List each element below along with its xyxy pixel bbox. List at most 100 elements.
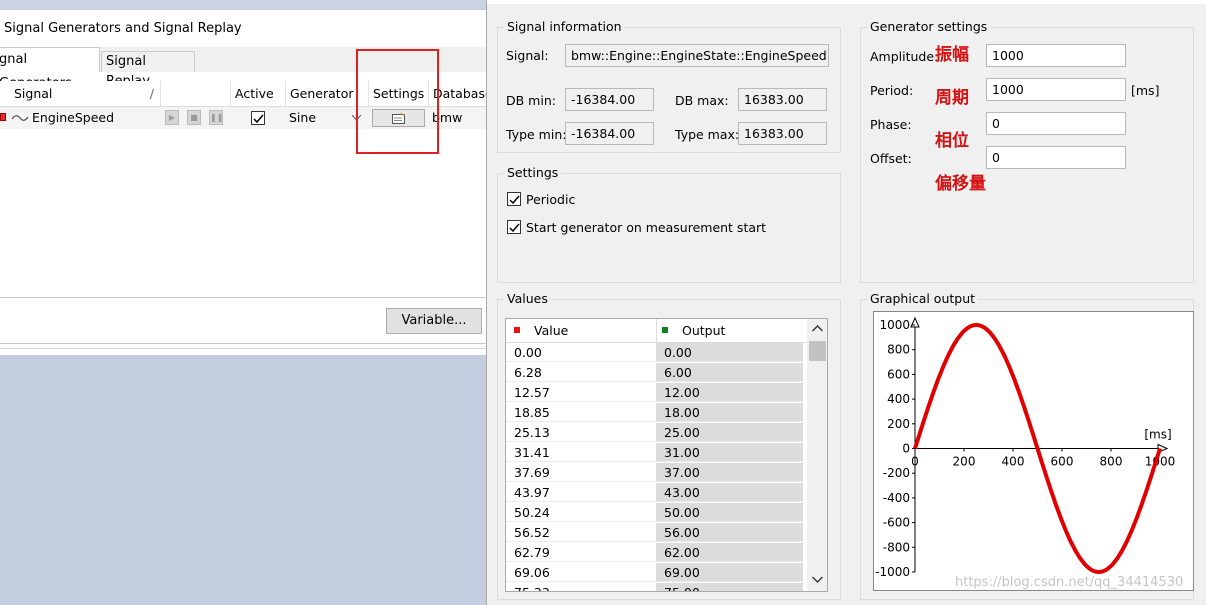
table-row[interactable]: 18.85 18.00: [506, 403, 806, 423]
active-checkbox[interactable]: [251, 111, 265, 125]
table-row[interactable]: 37.69 37.00: [506, 463, 806, 483]
y-tick-label: -600: [883, 516, 910, 530]
row-signal-name: EngineSpeed: [32, 110, 115, 125]
values-table-header: Value Output: [506, 319, 806, 343]
start-on-measurement-label[interactable]: Start generator on measurement start: [526, 220, 766, 235]
periodic-label[interactable]: Periodic: [526, 192, 575, 207]
stop-button[interactable]: ■: [187, 110, 201, 125]
x-axis-label: [ms]: [1144, 428, 1171, 442]
sort-indicator-icon: /: [149, 86, 154, 101]
divider: [0, 297, 486, 298]
output-cell: 6.00: [656, 363, 803, 382]
settings-group: Settings Periodic Start generator on mea…: [497, 165, 841, 283]
x-tick-label: 0: [911, 455, 919, 469]
value-cell: 69.06: [506, 563, 656, 582]
column-active[interactable]: Active: [230, 81, 285, 106]
table-row[interactable]: 56.52 56.00: [506, 523, 806, 543]
table-row[interactable]: 0.00 0.00: [506, 343, 806, 363]
pause-button[interactable]: ❚❚: [209, 110, 223, 125]
periodic-checkbox[interactable]: [507, 192, 521, 206]
amplitude-input[interactable]: 1000: [986, 44, 1126, 67]
variable-button[interactable]: Variable...: [386, 308, 482, 334]
output-cell: 18.00: [656, 403, 803, 422]
output-cell: 12.00: [656, 383, 803, 402]
output-cell: 0.00: [656, 343, 803, 362]
period-unit: [ms]: [1131, 83, 1160, 98]
value-cell: 37.69: [506, 463, 656, 482]
value-cell: 56.52: [506, 523, 656, 542]
tab-signal-generators[interactable]: gnal Generators: [0, 47, 100, 91]
table-row[interactable]: 43.97 43.00: [506, 483, 806, 503]
scroll-down-icon[interactable]: [812, 576, 823, 583]
output-cell: 62.00: [656, 543, 803, 562]
amplitude-cn-annotation: 振幅: [935, 45, 969, 65]
db-min-field: -16384.00: [565, 88, 654, 111]
output-column-header[interactable]: Output: [682, 323, 725, 338]
window-title: Signal Generators and Signal Replay: [4, 21, 242, 36]
tab-signal-replay[interactable]: Signal Replay: [101, 51, 195, 89]
values-title: Values: [504, 291, 551, 306]
scrollbar-thumb[interactable]: [809, 341, 826, 361]
y-tick-label: 0: [902, 442, 910, 456]
signal-field: bmw::Engine::EngineState::EngineSpeed: [565, 44, 829, 67]
table-row[interactable]: 69.06 69.00: [506, 563, 806, 583]
generator-settings-group: Generator settings Amplitude: 振幅 1000 Pe…: [860, 19, 1194, 283]
values-table[interactable]: Value Output 0.00 0.00 6.28 6.00 12.57 12.00 1…: [505, 318, 828, 592]
table-row[interactable]: 12.57 12.00: [506, 383, 806, 403]
value-cell: 62.79: [506, 543, 656, 562]
period-label: Period:: [870, 83, 914, 98]
output-cell: 25.00: [656, 423, 803, 442]
output-cell: 43.00: [656, 483, 803, 502]
table-row[interactable]: 6.28 6.00: [506, 363, 806, 383]
highlight-annotation-box: [356, 49, 439, 154]
offset-input[interactable]: 0: [986, 146, 1126, 169]
table-row[interactable]: 25.13 25.00: [506, 423, 806, 443]
x-tick-label: 600: [1051, 455, 1074, 469]
x-tick-label: 400: [1002, 455, 1025, 469]
table-row[interactable]: 62.79 62.00: [506, 543, 806, 563]
db-max-field: 16383.00: [738, 88, 827, 111]
start-on-measurement-checkbox[interactable]: [507, 220, 521, 234]
type-min-label: Type min:: [506, 127, 567, 142]
play-button[interactable]: ▶: [165, 110, 179, 125]
signal-status-icon: [0, 113, 6, 121]
y-axis-arrow-icon: [910, 316, 920, 328]
table-row[interactable]: 31.41 31.00: [506, 443, 806, 463]
watermark-text: https://blog.csdn.net/qq_34414530: [955, 575, 1184, 590]
value-cell: 18.85: [506, 403, 656, 422]
divider: [0, 348, 486, 349]
output-cell: 75.00: [656, 583, 803, 591]
settings-title: Settings: [504, 165, 562, 180]
y-tick-label: 1000: [879, 318, 910, 332]
period-input[interactable]: 1000: [986, 78, 1126, 101]
value-cell: 6.28: [506, 363, 656, 382]
table-row[interactable]: 75.3375.00: [506, 583, 806, 591]
window-top-strip: [0, 0, 486, 10]
output-cell: 31.00: [656, 443, 803, 462]
value-cell: 0.00: [506, 343, 656, 362]
y-tick-label: 800: [887, 343, 910, 357]
output-cell: 69.00: [656, 563, 803, 582]
graphical-output-chart: 1000 800 600 400 200 0 -200 -400 -600 -800 -1000 0 2…: [873, 311, 1194, 591]
output-cell: 50.00: [656, 503, 803, 522]
type-max-label: Type max:: [675, 127, 740, 142]
value-cell: 12.57: [506, 383, 656, 402]
divider: [656, 319, 657, 342]
value-cell: 25.13: [506, 423, 656, 442]
phase-input[interactable]: 0: [986, 112, 1126, 135]
type-min-field: -16384.00: [565, 122, 654, 145]
output-color-marker-icon: [662, 327, 668, 333]
values-scrollbar[interactable]: [807, 319, 827, 591]
y-tick-label: 200: [887, 417, 910, 431]
column-signal[interactable]: Signal /: [10, 81, 160, 106]
row-generator[interactable]: Sine: [289, 107, 316, 129]
scroll-up-icon[interactable]: [812, 325, 823, 332]
table-row[interactable]: 50.24 50.00: [506, 503, 806, 523]
value-cell: 50.24: [506, 503, 656, 522]
value-column-header[interactable]: Value: [534, 323, 568, 338]
value-cell: 75.33: [506, 583, 656, 591]
signal-information-group: Signal information Signal: bmw::Engine::…: [497, 19, 841, 153]
y-tick-label: 600: [887, 367, 910, 381]
value-cell: 31.41: [506, 443, 656, 462]
sine-wave-icon: [11, 115, 29, 121]
